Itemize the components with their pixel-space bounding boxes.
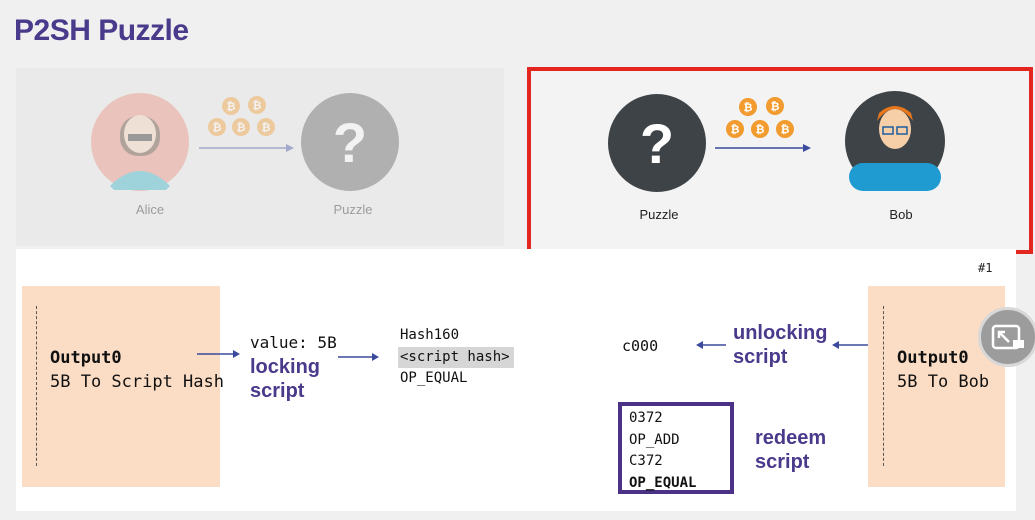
output-title: Output0 [897, 348, 969, 368]
svg-text:₿: ₿ [237, 122, 246, 134]
puzzle-label: Puzzle [333, 202, 373, 217]
code-line: OP_EQUAL [629, 474, 697, 491]
alice-label: Alice [135, 202, 165, 217]
locking-script-code: Hash160 <script hash> OP_EQUAL [398, 325, 514, 390]
svg-text:?: ? [640, 112, 674, 175]
expand-button[interactable] [978, 307, 1035, 367]
page-title: P2SH Puzzle [14, 14, 189, 47]
unlocking-label-line2: script [733, 346, 788, 368]
alice-to-puzzle-panel: ₿ ₿ ₿ ₿ ₿ ? Alice Puzzle [16, 68, 504, 246]
svg-text:?: ? [333, 111, 367, 174]
code-line: 0372 [629, 410, 663, 426]
person-bob-icon [845, 91, 945, 191]
bob-label: Bob [889, 207, 913, 222]
alice-to-puzzle-diagram: ₿ ₿ ₿ ₿ ₿ ? [91, 93, 399, 191]
person-alice-icon [91, 93, 189, 191]
svg-text:₿: ₿ [744, 102, 753, 114]
arrow-right-icon [197, 350, 240, 358]
puzzle-label: Puzzle [639, 207, 679, 222]
output-to-script-hash: Output0 5B To Script Hash [22, 286, 224, 487]
redeem-script-label: redeem script [755, 426, 826, 474]
question-mark-icon: ? [301, 93, 399, 191]
code-line: C372 [629, 453, 663, 469]
svg-text:₿: ₿ [227, 101, 236, 113]
dashed-divider [36, 306, 37, 466]
question-mark-icon: ? [608, 94, 706, 192]
svg-text:₿: ₿ [213, 122, 222, 134]
page-marker: #1 [978, 261, 993, 275]
unlocking-value: c000 [622, 337, 659, 355]
svg-text:₿: ₿ [253, 100, 262, 112]
bitcoin-coin-icon: ₿ ₿ ₿ ₿ ₿ [208, 96, 275, 136]
value-text: value: 5B [250, 333, 337, 352]
redeem-label-line1: redeem [755, 427, 827, 449]
output-title: Output0 [50, 348, 122, 368]
puzzle-to-bob-panel: ? ₿ ₿ ₿ ₿ ₿ Puzzle Bob [527, 67, 1033, 254]
dashed-divider [883, 306, 884, 466]
unlocking-script-label: unlocking script [733, 321, 827, 369]
code-line: OP_ADD [629, 431, 680, 448]
locking-script-label: locking script [250, 355, 320, 403]
puzzle-to-bob-diagram: ? ₿ ₿ ₿ ₿ ₿ [608, 91, 945, 192]
unlocking-label-line1: unlocking [733, 322, 828, 344]
svg-text:₿: ₿ [756, 124, 765, 136]
svg-text:₿: ₿ [781, 124, 790, 136]
script-hash-highlight: <script hash> [398, 346, 514, 368]
locking-label-line2: script [250, 380, 305, 402]
code-line: OP_EQUAL [400, 370, 468, 386]
bitcoin-coin-icon: ₿ ₿ ₿ ₿ ₿ [726, 97, 794, 138]
svg-text:₿: ₿ [771, 101, 780, 113]
redeem-label-line2: script [755, 451, 810, 473]
arrow-right-icon [338, 353, 379, 361]
svg-text:₿: ₿ [262, 122, 271, 134]
arrow-left-icon [832, 341, 870, 349]
svg-text:₿: ₿ [731, 124, 740, 136]
output-subtitle: 5B To Bob [897, 372, 990, 392]
arrow-left-icon [696, 341, 726, 349]
code-line: Hash160 [400, 327, 460, 343]
redeem-script-box: 0372 OP_ADD C372 OP_EQUAL [618, 402, 734, 494]
locking-label-line1: locking [250, 356, 321, 378]
output-subtitle: 5B To Script Hash [50, 372, 224, 392]
expand-icon [991, 324, 1024, 350]
